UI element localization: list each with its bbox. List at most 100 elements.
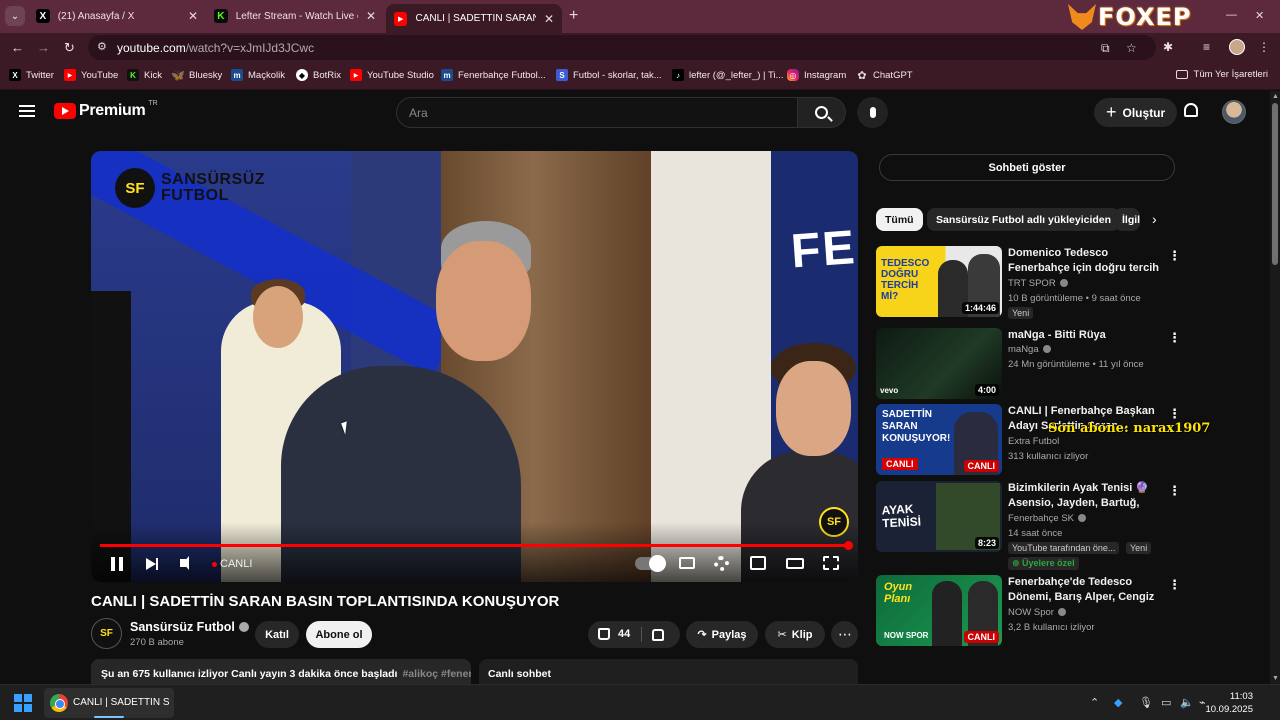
page-scrollbar[interactable]: ▲ ▼ — [1270, 91, 1280, 684]
recommendation-channel[interactable]: TRT SPOR — [1008, 278, 1068, 289]
miniplayer-icon[interactable] — [750, 556, 766, 570]
recommendation-title[interactable]: Domenico Tedesco Fenerbahçe için doğru t… — [1008, 246, 1164, 276]
chip-all[interactable]: Tümü — [876, 208, 923, 231]
bookmark-bluesky[interactable]: 🦋 Bluesky — [171, 69, 222, 82]
youtube-logo[interactable]: Premium TR — [54, 100, 158, 120]
microphone-tray-icon[interactable]: 🎙 — [1139, 696, 1153, 709]
subtitles-icon[interactable] — [679, 557, 695, 569]
site-info-icon[interactable]: ⚙ — [97, 40, 107, 53]
more-options-icon[interactable]: ⋮ — [1168, 406, 1181, 422]
next-icon[interactable] — [146, 558, 158, 570]
voice-search-button[interactable] — [857, 97, 888, 128]
close-tab-icon[interactable]: ✕ — [188, 9, 198, 23]
join-button[interactable]: Katıl — [255, 621, 299, 648]
like-count[interactable]: 44 — [618, 628, 630, 640]
tab-youtube-active[interactable]: ▶ CANLI | SADETTİN SARAN BASIN TOPLANTIS… — [386, 4, 562, 33]
show-hidden-icons-chevron-icon[interactable]: ⌃ — [1090, 696, 1099, 709]
channel-avatar[interactable]: SF — [91, 618, 122, 649]
share-button[interactable]: ↷ Paylaş — [686, 621, 758, 648]
bookmark-youtube-studio[interactable]: ▶ YouTube Studio — [350, 69, 434, 81]
menu-icon[interactable] — [19, 105, 35, 117]
recommendation-title[interactable]: maNga - Bitti Rüya — [1008, 328, 1164, 343]
search-input[interactable]: Ara — [396, 97, 798, 128]
theater-mode-icon[interactable] — [786, 558, 804, 569]
more-actions-button[interactable]: ⋯ — [831, 621, 858, 648]
bookmark-twitter[interactable]: X Twitter — [9, 69, 54, 81]
recommendation-channel[interactable]: maNga — [1008, 344, 1051, 355]
extensions-icon[interactable]: ✱ — [1163, 40, 1173, 54]
account-avatar[interactable] — [1222, 100, 1246, 124]
more-options-icon[interactable]: ⋮ — [1168, 483, 1181, 499]
show-chat-button[interactable]: Sohbeti göster — [879, 154, 1175, 181]
video-player[interactable]: FEN SF SANSÜRSÜZFUTBOL SF CANLI — [91, 151, 858, 582]
system-clock[interactable]: 11:03 10.09.2025 — [1205, 690, 1253, 716]
scrollbar-thumb[interactable] — [1272, 103, 1278, 265]
profile-avatar[interactable] — [1229, 39, 1245, 55]
bookmark-futbol[interactable]: S Futbol - skorlar, tak... — [556, 69, 662, 81]
close-window-icon[interactable]: ✕ — [1255, 9, 1264, 22]
bookmark-instagram[interactable]: ◎ Instagram — [787, 69, 846, 81]
dislike-thumb-icon[interactable] — [652, 629, 664, 641]
address-bar[interactable]: ⚙ youtube.com/watch?v=xJmIJd3JCwc ⧉ ☆ — [88, 35, 1156, 60]
bookmark-mackolik[interactable]: m Maçkolik — [231, 69, 285, 81]
volume-icon[interactable] — [180, 556, 189, 570]
speaker-icon[interactable]: 🔈 — [1180, 696, 1194, 709]
bookmark-fenerbahce[interactable]: m Fenerbahçe Futbol... — [441, 69, 546, 81]
menu-icon[interactable]: ⋮ — [1258, 40, 1270, 54]
recommendation-title[interactable]: Fenerbahçe'de Tedesco Dönemi, Barış Alpe… — [1008, 575, 1164, 605]
bookmark-kick[interactable]: K Kick — [127, 69, 162, 81]
like-thumb-icon[interactable] — [598, 628, 610, 640]
recommendation-channel[interactable]: NOW Spor — [1008, 607, 1066, 618]
chip-from-uploader[interactable]: Sansürsüz Futbol adlı yükleyiciden — [927, 208, 1121, 231]
search-button[interactable] — [798, 97, 846, 128]
recommendation-item[interactable]: vevo 4:00 maNga - Bitti Rüya maNga 24 Mn… — [876, 328, 1181, 400]
more-options-icon[interactable]: ⋮ — [1168, 248, 1181, 264]
display-icon[interactable]: ▭ — [1161, 696, 1171, 709]
windows-start-icon[interactable] — [14, 694, 32, 712]
more-options-icon[interactable]: ⋮ — [1168, 330, 1181, 346]
video-thumbnail[interactable]: AYAK TENİSİ 8:23 — [876, 481, 1002, 552]
recommendation-channel[interactable]: Fenerbahçe SK — [1008, 513, 1087, 524]
pause-icon[interactable] — [111, 557, 123, 571]
settings-gear-icon[interactable] — [714, 556, 729, 571]
recommendation-title[interactable]: Bizimkilerin Ayak Tenisi 🔮 Asensio, Jayd… — [1008, 481, 1164, 511]
back-icon[interactable]: ← — [11, 40, 24, 55]
clip-button[interactable]: ✂ Klip — [765, 621, 825, 648]
video-thumbnail[interactable]: vevo 4:00 — [876, 328, 1002, 399]
tab-x[interactable]: X (21) Anasayfa / X ✕ — [28, 4, 206, 28]
tab-search-button[interactable]: ⌄ — [5, 6, 25, 26]
all-bookmarks[interactable]: Tüm Yer İşaretleri — [1175, 69, 1268, 80]
bookmark-chatgpt[interactable]: ✿ ChatGPT — [856, 69, 912, 82]
bookmark-youtube[interactable]: ▶ YouTube — [64, 69, 118, 81]
chevron-right-icon[interactable]: › — [1152, 211, 1157, 227]
install-app-icon[interactable]: ⧉ — [1101, 41, 1110, 56]
recommendation-item[interactable]: Oyun Planı NOW SPOR CANLI Fenerbahçe'de … — [876, 575, 1181, 647]
subscribe-button[interactable]: Abone ol — [306, 621, 372, 648]
notifications-bell-icon[interactable] — [1184, 103, 1198, 117]
media-control-icon[interactable]: ≡ — [1203, 40, 1210, 54]
bookmark-star-icon[interactable]: ☆ — [1126, 41, 1137, 55]
video-thumbnail[interactable]: TEDESCO DOĞRU TERCİH Mİ? 1:44:46 — [876, 246, 1002, 317]
close-tab-icon[interactable]: ✕ — [544, 12, 554, 26]
create-button[interactable]: + Oluştur — [1094, 98, 1178, 127]
scroll-up-icon[interactable]: ▲ — [1272, 93, 1279, 100]
channel-name[interactable]: Sansürsüz Futbol — [130, 620, 249, 634]
fullscreen-icon[interactable] — [823, 556, 839, 570]
minimize-icon[interactable]: — — [1226, 9, 1237, 21]
more-options-icon[interactable]: ⋮ — [1168, 577, 1181, 593]
chip-related[interactable]: İlgili — [1114, 208, 1140, 231]
security-shield-icon[interactable]: ◆ — [1114, 696, 1122, 709]
new-tab-button[interactable]: + — [569, 7, 578, 25]
bookmark-botrix[interactable]: ◆ BotRix — [296, 69, 341, 81]
video-thumbnail[interactable]: SADETTİN SARAN KONUŞUYOR! CANLI CANLI — [876, 404, 1002, 475]
progress-bar[interactable] — [100, 544, 849, 547]
video-thumbnail[interactable]: Oyun Planı NOW SPOR CANLI — [876, 575, 1002, 646]
description-box[interactable]: Şu an 675 kullanıcı izliyor Canlı yayın … — [91, 659, 471, 684]
bookmark-tiktok[interactable]: ♪ lefter (@_lefter_) | Ti... — [672, 69, 783, 81]
tab-kick[interactable]: K Lefter Stream - Watch Live on Kick ✕ — [206, 4, 384, 28]
taskbar-chrome-app[interactable]: CANLI | SADETTİN SARAN — [44, 688, 174, 718]
recommendation-channel[interactable]: Extra Futbol — [1008, 436, 1059, 447]
recommendation-item[interactable]: SADETTİN SARAN KONUŞUYOR! CANLI CANLI CA… — [876, 404, 1181, 476]
autoplay-toggle[interactable] — [635, 555, 666, 572]
forward-icon[interactable]: → — [37, 40, 50, 55]
